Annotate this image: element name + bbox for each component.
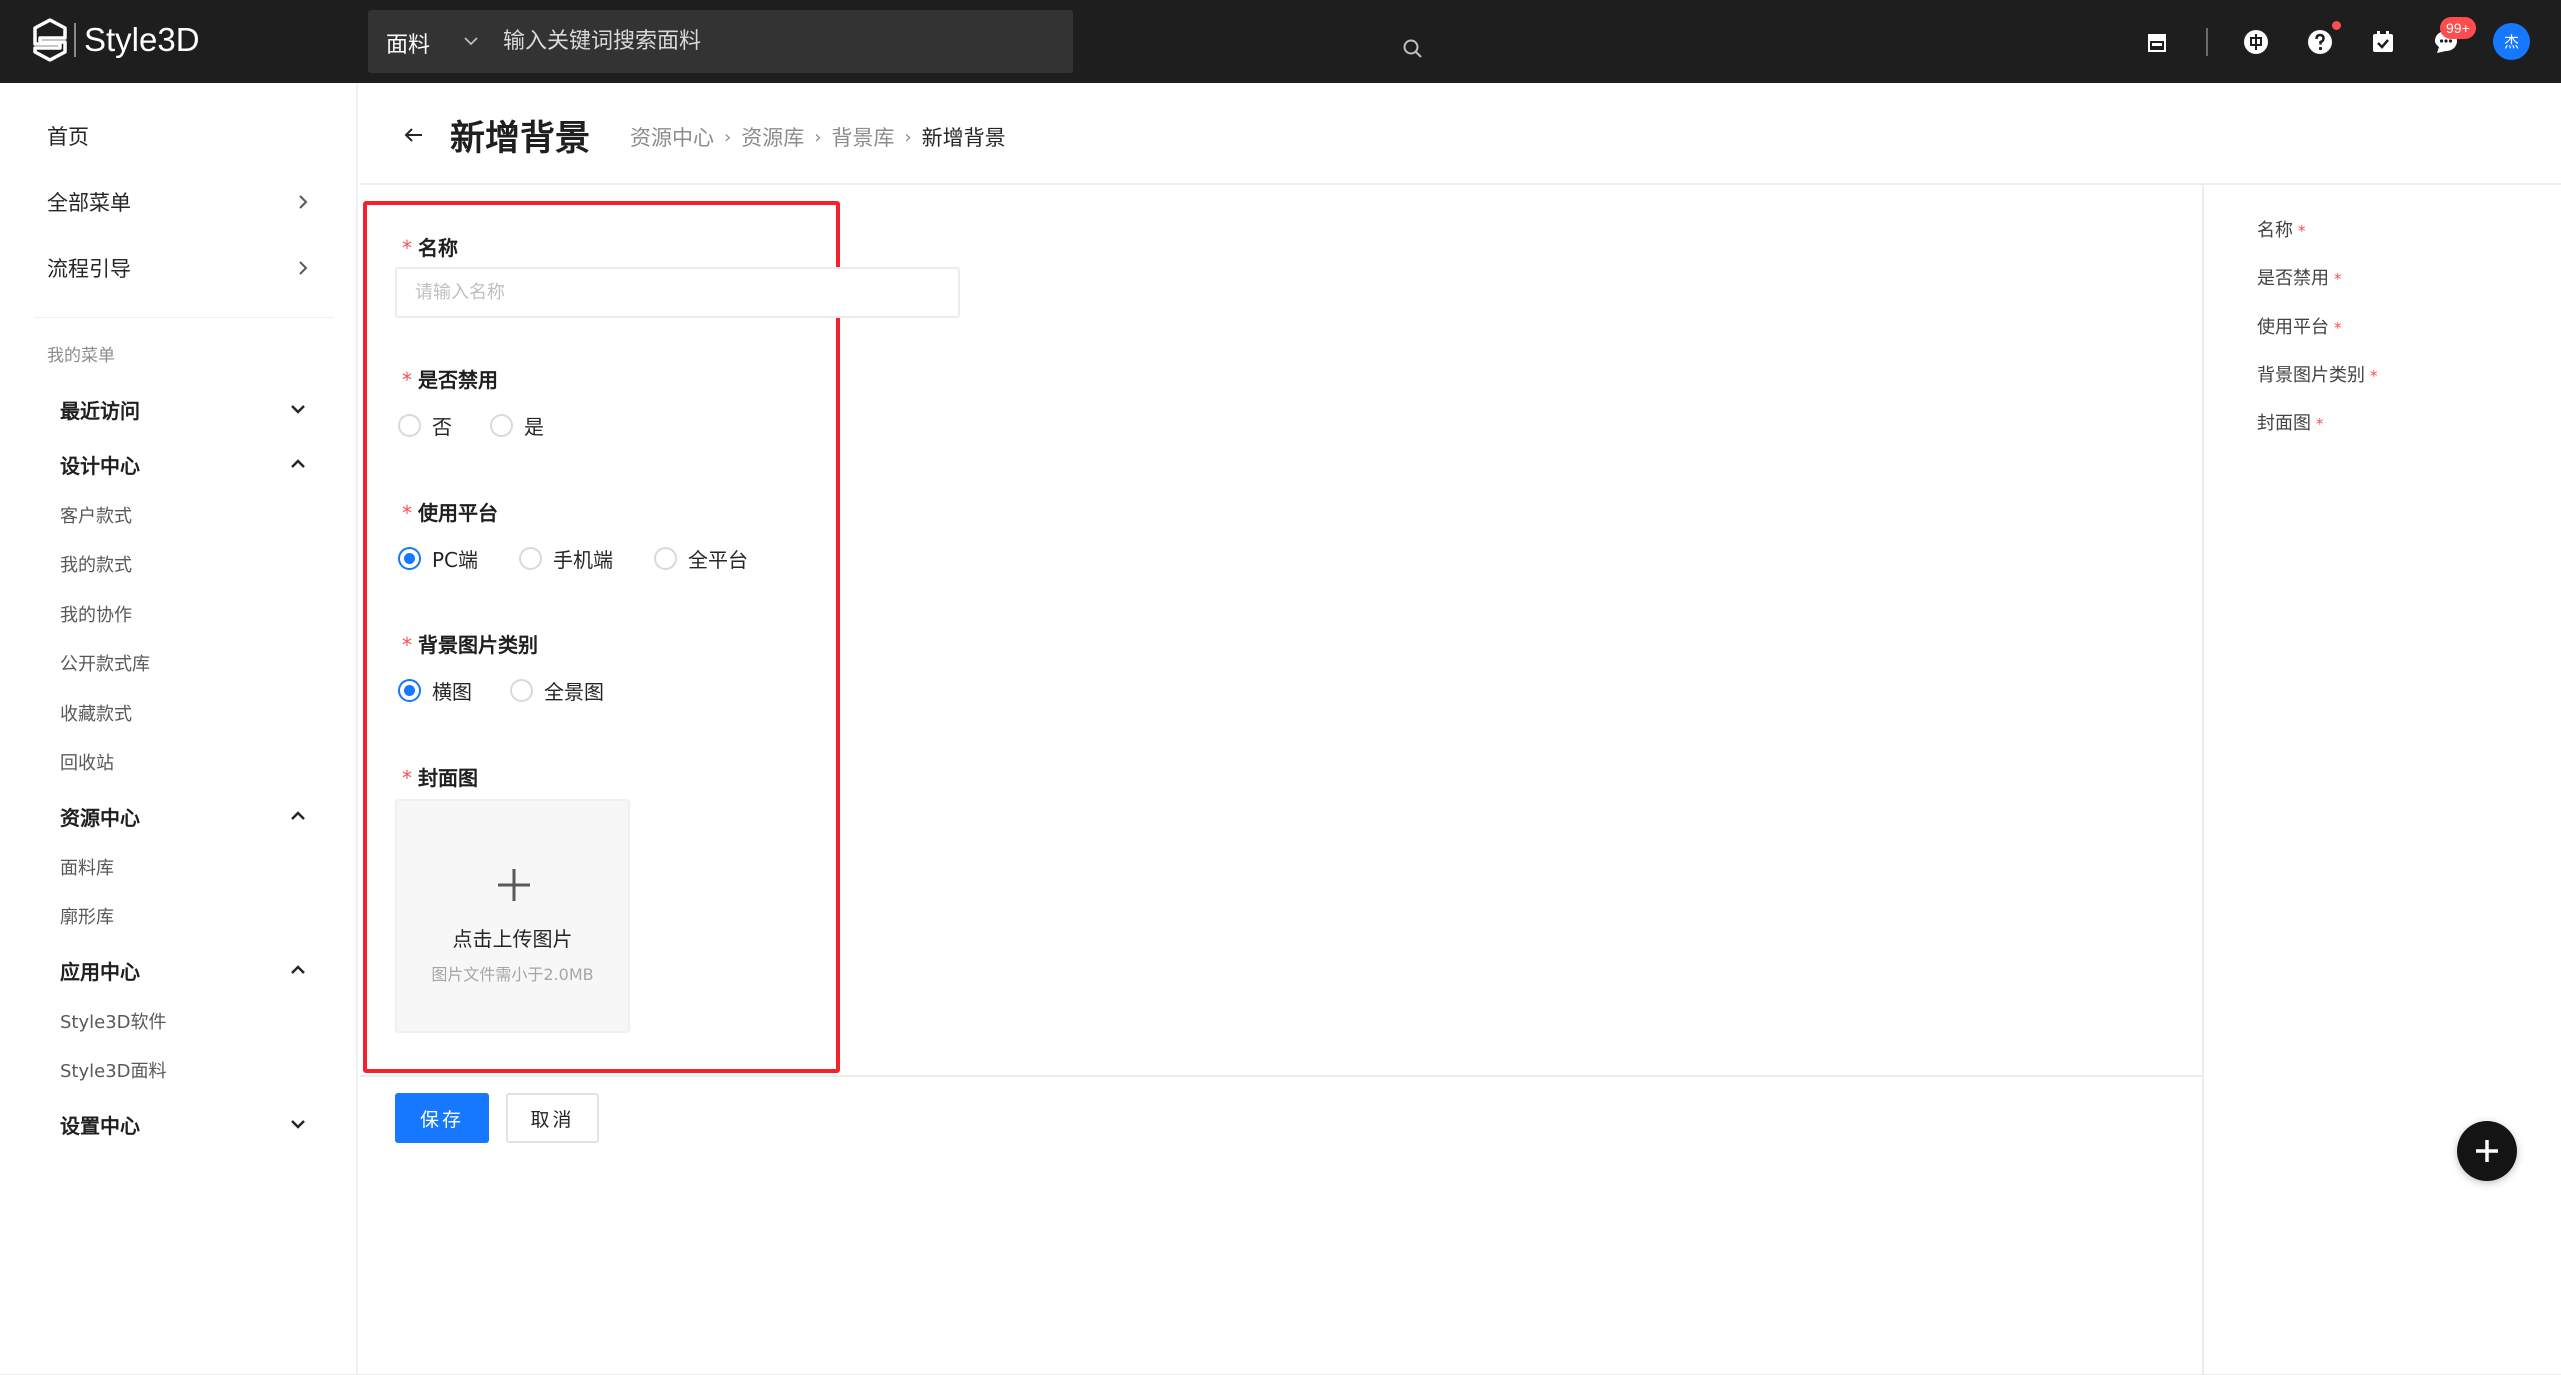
plus-icon (498, 869, 530, 901)
platform-label: * 使用平台 (402, 501, 498, 525)
tasks-icon[interactable] (2367, 26, 2399, 58)
store-icon[interactable] (2141, 26, 2173, 58)
upload-hint: 图片文件需小于2.0MB (431, 965, 594, 984)
breadcrumb-item[interactable]: 背景库 (831, 122, 894, 152)
group-recent[interactable]: 最近访问 (60, 395, 140, 424)
chevron-right-icon[interactable] (290, 255, 316, 281)
radio-platform-mobile[interactable]: 手机端 (519, 544, 613, 573)
floating-add-button[interactable] (2457, 1121, 2517, 1181)
required-mark: * (402, 633, 412, 657)
sidebar-item-flow-guide[interactable]: 流程引导 (47, 253, 131, 283)
radio-platform-all[interactable]: 全平台 (654, 544, 748, 573)
sidebar-item-home[interactable]: 首页 (47, 121, 89, 151)
disabled-label: * 是否禁用 (402, 368, 498, 392)
search-category-select[interactable]: 面料 (386, 27, 430, 59)
name-input[interactable] (395, 267, 960, 318)
language-icon[interactable] (2240, 26, 2272, 58)
sidebar-item-customer-styles[interactable]: 客户款式 (60, 502, 132, 528)
breadcrumb: 资源中心 › 资源库 › 背景库 › 新增背景 (630, 122, 1006, 152)
chevron-up-icon[interactable] (285, 803, 311, 829)
search-box: 面料 (368, 10, 1422, 73)
chevron-up-icon[interactable] (285, 957, 311, 983)
required-mark: * (402, 368, 412, 392)
radio-bgtype-panorama[interactable]: 全景图 (510, 676, 604, 705)
anchor-item-platform[interactable]: 使用平台 * (2257, 313, 2342, 339)
radio-circle[interactable] (654, 547, 677, 570)
breadcrumb-separator-icon: › (904, 126, 912, 148)
chevron-down-icon[interactable] (285, 1111, 311, 1137)
sidebar-item-style3d-fabric[interactable]: Style3D面料 (60, 1057, 167, 1083)
radio-disabled-no[interactable]: 否 (398, 411, 452, 440)
name-label: * 名称 (402, 236, 458, 260)
sidebar-item-favorites[interactable]: 收藏款式 (60, 700, 132, 726)
radio-circle[interactable] (490, 414, 513, 437)
cancel-button[interactable]: 取消 (506, 1093, 599, 1143)
form-footer-divider (360, 1075, 2203, 1077)
radio-circle[interactable] (510, 679, 533, 702)
top-bar: Style3D 面料 99+ (0, 0, 2561, 83)
sidebar-item-style3d-software[interactable]: Style3D软件 (60, 1008, 167, 1034)
save-button[interactable]: 保存 (395, 1093, 489, 1143)
breadcrumb-separator-icon: › (814, 126, 822, 148)
group-app-center[interactable]: 应用中心 (60, 956, 140, 985)
style3d-logo-icon (33, 18, 67, 62)
cover-upload[interactable]: 点击上传图片 图片文件需小于2.0MB (395, 799, 630, 1033)
help-icon[interactable] (2304, 26, 2336, 58)
breadcrumb-separator-icon: › (724, 126, 732, 148)
sidebar-item-fabric-library[interactable]: 面料库 (60, 854, 114, 880)
radio-bgtype-landscape[interactable]: 横图 (398, 676, 472, 705)
avatar[interactable]: 杰 (2493, 23, 2530, 60)
required-mark: * (402, 501, 412, 525)
page-title: 新增背景 (450, 119, 591, 159)
sidebar-item-my-collaboration[interactable]: 我的协作 (60, 601, 132, 627)
notification-dot (2331, 20, 2342, 31)
topbar-divider (2206, 28, 2208, 56)
bg-type-label: * 背景图片类别 (402, 633, 538, 657)
chevron-down-icon[interactable] (285, 396, 311, 422)
sidebar: 首页 全部菜单 流程引导 我的菜单 最近访问 设计中心 客户款式 我的款式 我的… (0, 83, 358, 1375)
my-menu-caption: 我的菜单 (47, 346, 115, 366)
group-settings-center[interactable]: 设置中心 (60, 1110, 140, 1139)
sidebar-item-silhouette-library[interactable]: 廓形库 (60, 903, 114, 929)
radio-circle-checked[interactable] (398, 547, 421, 570)
breadcrumb-item[interactable]: 资源中心 (630, 122, 714, 152)
anchor-item-disabled[interactable]: 是否禁用 * (2257, 264, 2342, 290)
breadcrumb-item[interactable]: 资源库 (741, 122, 804, 152)
cover-label: * 封面图 (402, 766, 478, 790)
search-input[interactable] (503, 10, 1003, 73)
sidebar-item-my-styles[interactable]: 我的款式 (60, 551, 132, 577)
radio-circle[interactable] (519, 547, 542, 570)
required-mark: * (402, 236, 412, 260)
search-icon[interactable] (1402, 38, 1424, 60)
upload-text: 点击上传图片 (452, 927, 573, 951)
radio-circle-checked[interactable] (398, 679, 421, 702)
radio-disabled-yes[interactable]: 是 (490, 411, 544, 440)
brand-name: Style3D (84, 21, 200, 58)
back-arrow-icon[interactable] (400, 121, 428, 149)
chevron-up-icon[interactable] (285, 451, 311, 477)
logo-separator (74, 23, 76, 57)
chevron-right-icon[interactable] (290, 189, 316, 215)
chevron-down-icon[interactable] (456, 26, 486, 56)
required-mark: * (402, 766, 412, 790)
breadcrumb-current: 新增背景 (921, 126, 1006, 150)
logo[interactable]: Style3D (32, 18, 200, 62)
message-count-badge: 99+ (2440, 17, 2476, 39)
sidebar-item-public-styles[interactable]: 公开款式库 (60, 650, 150, 676)
sidebar-divider (34, 317, 334, 318)
group-design-center[interactable]: 设计中心 (60, 450, 140, 479)
anchor-panel-divider (2202, 185, 2204, 1375)
sidebar-item-recycle-bin[interactable]: 回收站 (60, 749, 114, 775)
plus-icon (2476, 1140, 2498, 1162)
anchor-item-name[interactable]: 名称 * (2257, 216, 2306, 242)
anchor-item-bg-type[interactable]: 背景图片类别 * (2257, 361, 2378, 387)
radio-circle[interactable] (398, 414, 421, 437)
anchor-item-cover[interactable]: 封面图 * (2257, 409, 2324, 435)
group-resource-center[interactable]: 资源中心 (60, 802, 140, 831)
radio-platform-pc[interactable]: PC端 (398, 544, 478, 573)
sidebar-item-all-menu[interactable]: 全部菜单 (47, 187, 131, 217)
